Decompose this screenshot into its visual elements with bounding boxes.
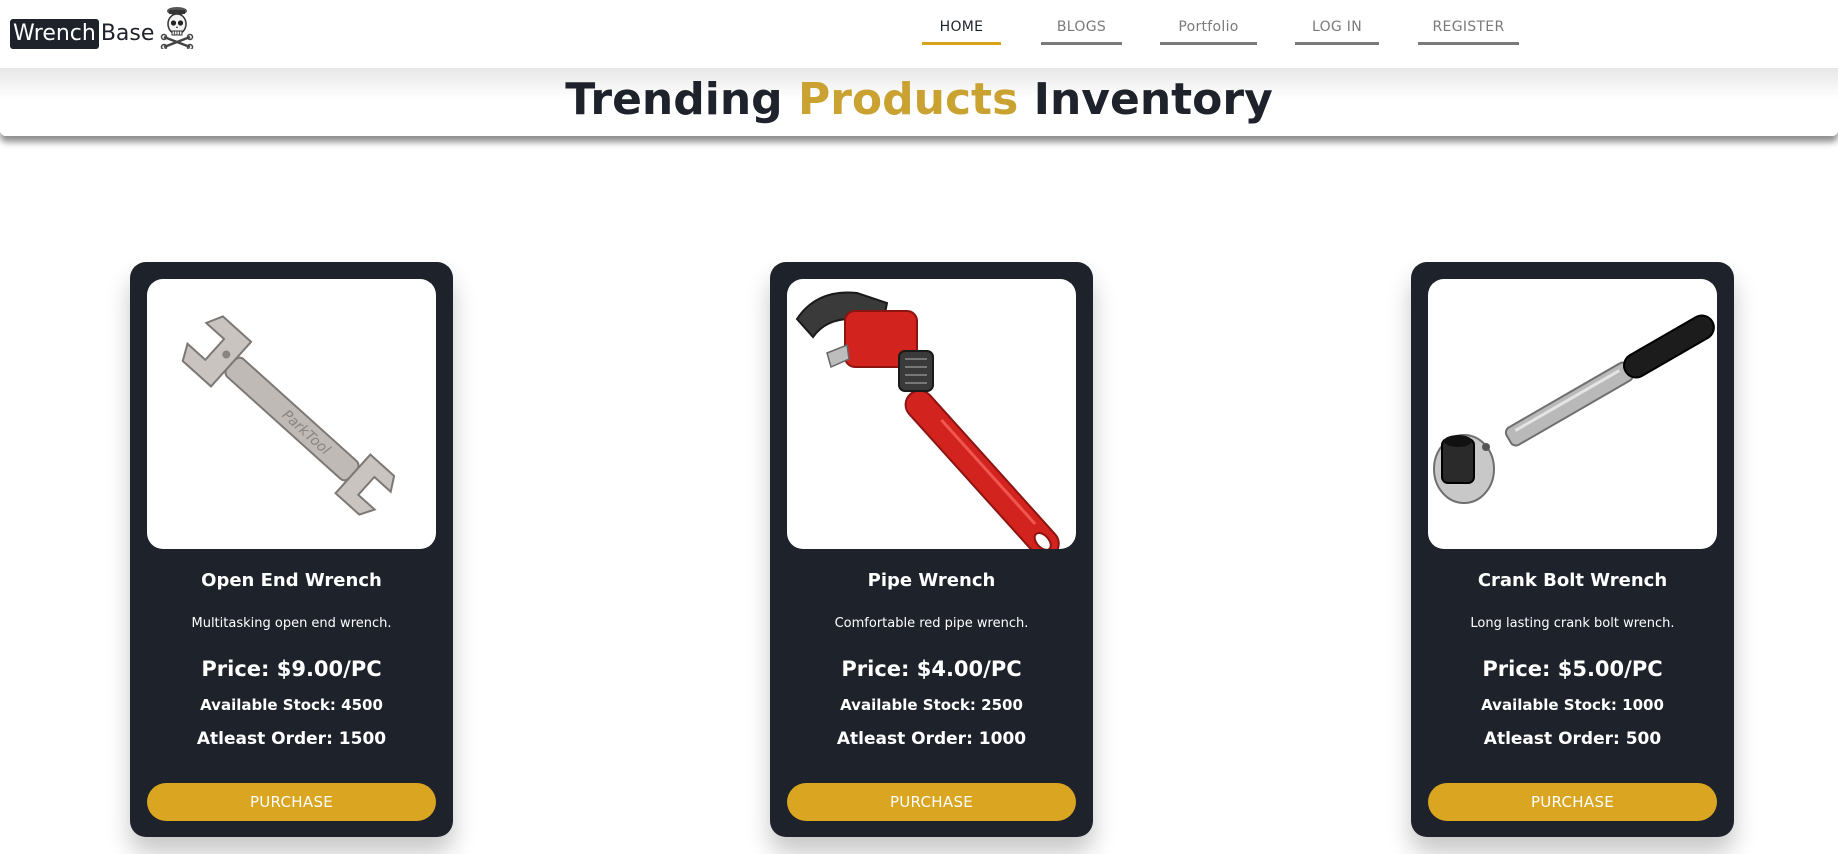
nav-links: HOME BLOGS Portfolio LOG IN REGISTER	[922, 19, 1519, 45]
product-min-order: Atleast Order: 1000	[836, 729, 1027, 749]
crank-bolt-wrench-image	[1428, 279, 1717, 549]
pipe-wrench-image	[787, 279, 1076, 549]
navbar: Wrench Base HOME BLOGS Portfolio LOG IN …	[0, 0, 1838, 68]
product-min-order: Atleast Order: 500	[1483, 729, 1662, 749]
page-title: Trending Products Inventory	[0, 68, 1838, 128]
product-price: Price: $5.00/PC	[1482, 657, 1663, 681]
section-heading-banner: Trending Products Inventory	[0, 68, 1838, 136]
product-card: Pipe Wrench Comfortable red pipe wrench.…	[770, 262, 1093, 837]
product-stock: Available Stock: 1000	[1481, 696, 1664, 714]
product-name: Pipe Wrench	[867, 570, 996, 591]
nav-register[interactable]: REGISTER	[1418, 19, 1519, 45]
product-card: ParkTool Open End Wrench Multitasking op…	[130, 262, 453, 837]
product-stock: Available Stock: 2500	[840, 696, 1023, 714]
product-price: Price: $9.00/PC	[201, 657, 382, 681]
product-name: Crank Bolt Wrench	[1477, 570, 1668, 591]
page-title-accent: Products	[797, 74, 1019, 125]
nav-home[interactable]: HOME	[922, 19, 1001, 45]
purchase-button[interactable]: PURCHASE	[787, 783, 1076, 821]
skull-logo-icon	[160, 5, 194, 53]
brand-link[interactable]: Wrench Base	[10, 7, 194, 53]
page-title-part1: Trending	[565, 74, 798, 125]
product-min-order: Atleast Order: 1500	[196, 729, 387, 749]
product-card: Crank Bolt Wrench Long lasting crank bol…	[1411, 262, 1734, 837]
purchase-button[interactable]: PURCHASE	[1428, 783, 1717, 821]
brand-highlight: Wrench	[10, 19, 99, 49]
product-name: Open End Wrench	[201, 570, 382, 591]
product-description: Multitasking open end wrench.	[191, 616, 392, 631]
nav-portfolio[interactable]: Portfolio	[1160, 19, 1257, 45]
product-price: Price: $4.00/PC	[841, 657, 1022, 681]
purchase-button[interactable]: PURCHASE	[147, 783, 436, 821]
product-description: Comfortable red pipe wrench.	[834, 616, 1029, 631]
nav-blogs[interactable]: BLOGS	[1041, 19, 1122, 45]
product-stock: Available Stock: 4500	[200, 696, 383, 714]
product-description: Long lasting crank bolt wrench.	[1470, 616, 1675, 631]
nav-login[interactable]: LOG IN	[1295, 19, 1379, 45]
page-title-part2: Inventory	[1018, 74, 1273, 125]
open-end-wrench-image: ParkTool	[147, 279, 436, 549]
brand-text: Base	[100, 21, 155, 46]
